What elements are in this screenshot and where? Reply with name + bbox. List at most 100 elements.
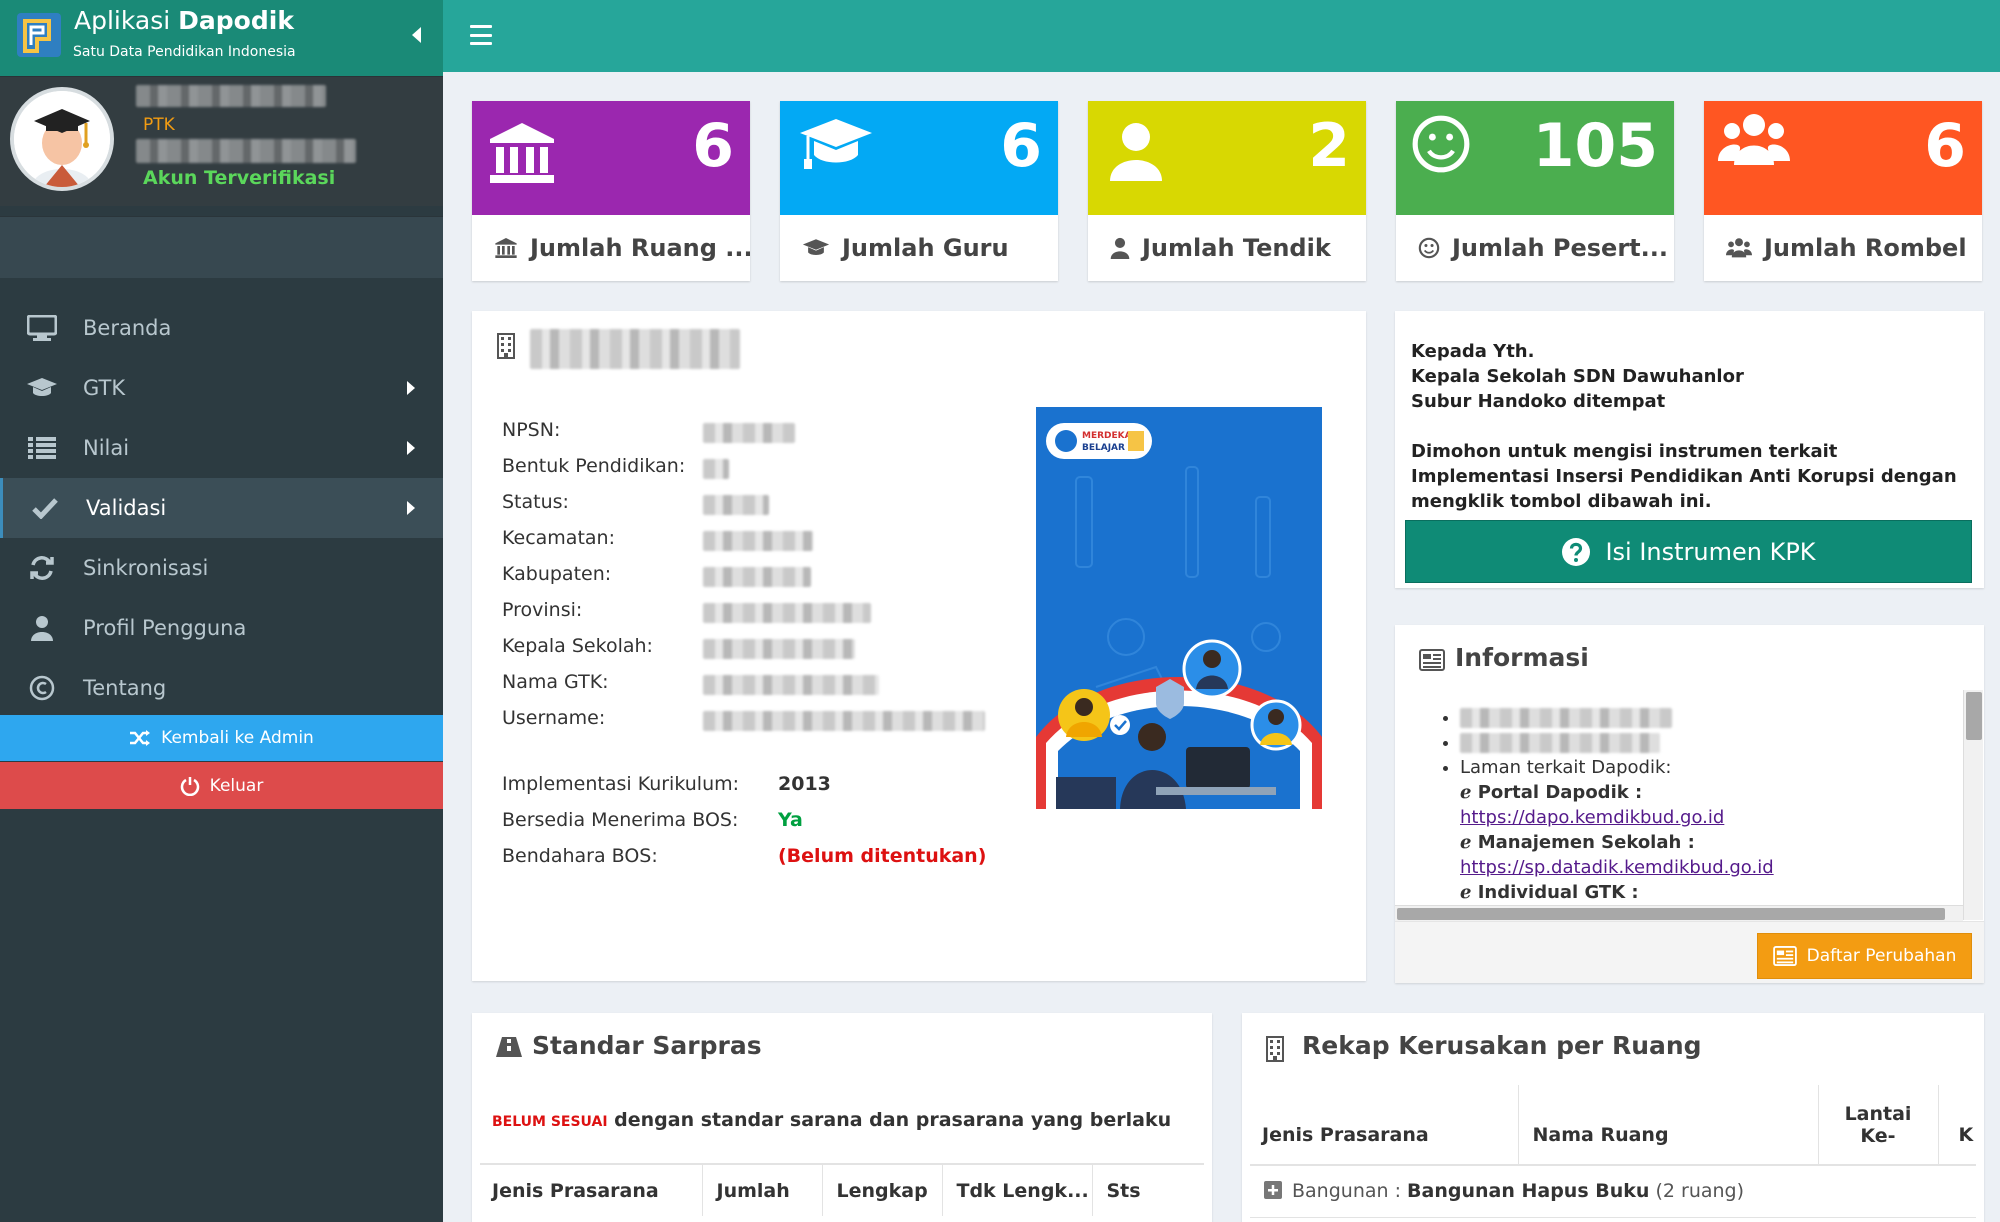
notice-text: Kepada Yth. Kepala Sekolah SDN Dawuhanlo… <box>1411 341 1957 512</box>
kurikulum-label: Implementasi Kurikulum: <box>502 773 740 795</box>
stat-card-peserta[interactable]: 105 Jumlah Pesert... <box>1396 101 1674 281</box>
stat-label: Jumlah Tendik <box>1142 234 1331 262</box>
sidebar-item-tentang[interactable]: Tentang <box>0 658 443 718</box>
status-badge: BELUM SESUAI <box>492 1114 608 1130</box>
link-manajemen-sekolah: ℯ Manajemen Sekolah : <box>1460 832 1695 853</box>
user-name-redacted <box>136 85 326 107</box>
sidebar-item-gtk[interactable]: GTK <box>0 358 443 418</box>
graduation-cap-icon <box>802 239 830 255</box>
back-to-admin-button[interactable]: Kembali ke Admin <box>0 715 443 761</box>
power-icon <box>180 776 199 796</box>
app-title: Aplikasi Dapodik <box>74 6 294 35</box>
portal-dapodik-link[interactable]: https://dapo.kemdikbud.go.id <box>1460 807 1724 828</box>
provinsi-value-redacted <box>703 603 871 623</box>
informasi-title: Informasi <box>1455 643 1589 672</box>
stat-card-tendik[interactable]: 2 Jumlah Tendik <box>1088 101 1366 281</box>
kepala-sekolah-label: Kepala Sekolah: <box>502 635 653 657</box>
kabupaten-label: Kabupaten: <box>502 563 612 585</box>
sidebar-item-sinkronisasi[interactable]: Sinkronisasi <box>0 538 443 598</box>
desktop-icon <box>26 312 58 344</box>
merdeka-belajar-poster: MERDEKA BELAJAR <box>1036 407 1322 809</box>
stat-card-rombel[interactable]: 6 Jumlah Rombel <box>1704 101 1982 281</box>
stat-value: 105 <box>1532 111 1658 181</box>
school-name-redacted <box>530 329 740 369</box>
sidebar-search-area[interactable] <box>0 216 443 278</box>
kecamatan-label: Kecamatan: <box>502 527 615 549</box>
newspaper-icon <box>1419 649 1445 671</box>
npsn-label: NPSN: <box>502 419 561 441</box>
sarpras-table: Jenis Prasarana Jumlah Lengkap Tdk Lengk… <box>480 1163 1204 1216</box>
sidebar-item-beranda[interactable]: Beranda <box>0 298 443 358</box>
stat-card-guru[interactable]: 6 Jumlah Guru <box>780 101 1058 281</box>
user-panel: PTK Akun Terverifikasi <box>0 76 443 206</box>
bos-label: Bersedia Menerima BOS: <box>502 809 739 831</box>
username-label: Username: <box>502 707 606 729</box>
kabupaten-value-redacted <box>703 567 811 587</box>
kecamatan-value-redacted <box>703 531 813 551</box>
isi-instrumen-kpk-button[interactable]: Isi Instrumen KPK <box>1405 520 1972 583</box>
stat-card-ruang[interactable]: 6 Jumlah Ruang ... <box>472 101 750 281</box>
chevron-right-icon <box>407 501 415 515</box>
rekap-title: Rekap Kerusakan per Ruang <box>1302 1031 1702 1060</box>
list-item <box>1460 730 1774 755</box>
kurikulum-value: 2013 <box>778 773 831 795</box>
chevron-right-icon <box>407 381 415 395</box>
stat-value: 6 <box>692 111 734 181</box>
standar-sarpras-box: Standar Sarpras BELUM SESUAI dengan stan… <box>472 1013 1212 1222</box>
manajemen-sekolah-link[interactable]: https://sp.datadik.kemdikbud.go.id <box>1460 857 1774 878</box>
horizontal-scrollbar[interactable] <box>1395 905 1963 921</box>
rekap-kerusakan-box: Rekap Kerusakan per Ruang Jenis Prasaran… <box>1242 1013 1984 1222</box>
link-individual-gtk: ℯ Individual GTK : <box>1460 882 1639 903</box>
sidebar-item-profil-pengguna[interactable]: Profil Pengguna <box>0 598 443 658</box>
road-icon <box>496 1037 522 1057</box>
vertical-scrollbar[interactable] <box>1963 690 1983 920</box>
bendahara-value: (Belum ditentukan) <box>778 845 987 867</box>
svg-text:MERDEKA: MERDEKA <box>1082 431 1132 441</box>
stat-label: Jumlah Pesert... <box>1452 234 1668 262</box>
stat-value: 2 <box>1308 111 1350 181</box>
stat-label: Jumlah Rombel <box>1764 234 1967 262</box>
building-icon <box>497 333 515 359</box>
status-value-redacted <box>703 495 769 515</box>
sidebar-item-nilai[interactable]: Nilai <box>0 418 443 478</box>
bank-icon <box>495 238 517 258</box>
bentuk-pendidikan-label: Bentuk Pendidikan: <box>502 455 686 477</box>
daftar-perubahan-button[interactable]: Daftar Perubahan <box>1757 933 1972 979</box>
list-item: Laman terkait Dapodik: ℯ Portal Dapodik … <box>1460 755 1774 905</box>
poster-illustration: MERDEKA BELAJAR <box>1036 407 1322 809</box>
smile-icon <box>1418 237 1440 259</box>
svg-text:BELAJAR: BELAJAR <box>1082 443 1125 453</box>
stat-label: Jumlah Guru <box>842 234 1009 262</box>
user-role: PTK <box>143 115 175 135</box>
user-icon <box>26 612 58 644</box>
stat-value: 6 <box>1000 111 1042 181</box>
username-value-redacted <box>703 711 985 731</box>
graduate-avatar-icon <box>14 91 110 187</box>
user-school-redacted <box>136 139 356 163</box>
question-circle-icon <box>1562 537 1591 566</box>
collapse-sidebar-icon[interactable] <box>412 27 421 43</box>
table-row[interactable]: Bangunan : Bangunan Hapus Buku (2 ruang) <box>1250 1165 1976 1217</box>
dapodik-logo-icon <box>17 13 61 57</box>
bank-icon <box>490 123 554 183</box>
top-navbar <box>443 0 2000 72</box>
chevron-right-icon <box>407 441 415 455</box>
school-profile-box: NPSN: Bentuk Pendidikan: Status: Kecamat… <box>472 311 1366 981</box>
copyright-icon <box>26 672 58 704</box>
informasi-box: Informasi Laman terkait Dapodik: ℯ Porta… <box>1395 625 1984 983</box>
stat-value: 6 <box>1924 111 1966 181</box>
provinsi-label: Provinsi: <box>502 599 583 621</box>
npsn-value-redacted <box>703 423 795 443</box>
logout-button[interactable]: Keluar <box>0 762 443 809</box>
shuffle-icon <box>130 730 151 746</box>
sidebar-item-validasi[interactable]: Validasi <box>0 478 443 538</box>
sarpras-status-line: BELUM SESUAI dengan standar sarana dan p… <box>492 1109 1172 1131</box>
expand-plus-icon[interactable] <box>1264 1181 1282 1200</box>
list-icon <box>26 432 58 464</box>
user-icon <box>1110 123 1162 181</box>
stat-label: Jumlah Ruang ... <box>530 234 750 262</box>
app-subtitle: Satu Data Pendidikan Indonesia <box>73 44 296 60</box>
hamburger-menu-icon[interactable] <box>470 25 492 45</box>
sidebar-menu: Beranda GTK Nilai Validasi Sinkronisasi … <box>0 298 443 718</box>
rekap-table: Jenis Prasarana Nama Ruang Lantai Ke- K … <box>1250 1085 1976 1218</box>
